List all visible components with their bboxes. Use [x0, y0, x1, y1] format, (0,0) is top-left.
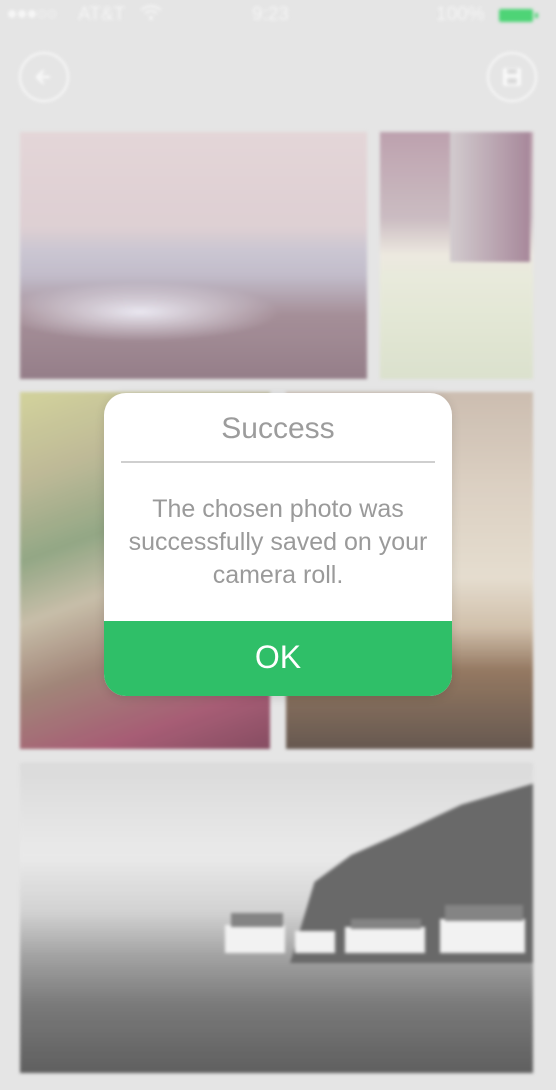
ok-button[interactable]: OK — [104, 621, 452, 696]
success-alert: Success The chosen photo was successfull… — [104, 393, 452, 696]
alert-title: Success — [221, 412, 335, 445]
screen: AT&T 9:23 100% Success The chosen photo … — [0, 0, 556, 1090]
alert-divider — [121, 461, 435, 463]
alert-message: The chosen photo was successfully saved … — [128, 495, 428, 589]
